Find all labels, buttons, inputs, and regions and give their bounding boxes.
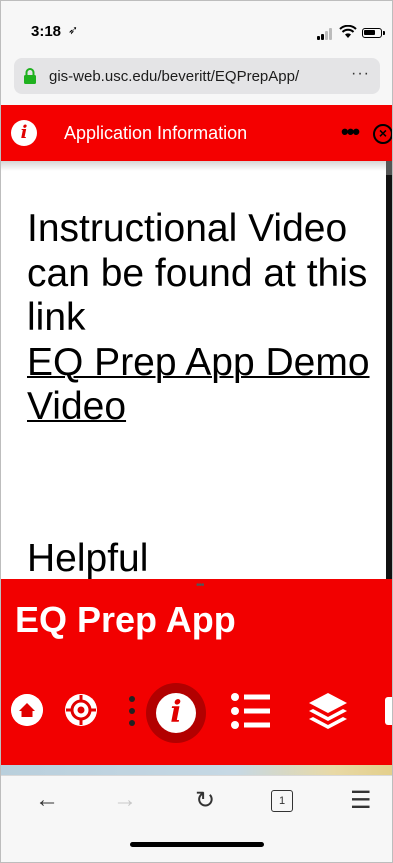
panel-drag-handle[interactable]: ••• xyxy=(196,580,204,591)
signal-icon xyxy=(317,28,334,40)
lock-icon xyxy=(24,68,36,84)
wifi-icon xyxy=(339,25,357,38)
info-content[interactable]: Instructional Video can be found at this… xyxy=(1,161,392,579)
panel-title: Application Information xyxy=(64,123,248,143)
locate-icon[interactable] xyxy=(63,692,99,728)
battery-icon xyxy=(362,28,385,38)
reload-icon[interactable]: ↻ xyxy=(195,786,215,815)
layers-icon[interactable] xyxy=(307,691,349,731)
panel-menu-button[interactable]: ••• xyxy=(341,119,360,145)
toolbar-separator-icon xyxy=(129,696,135,726)
browser-toolbar: ← → ↻ 1 ☰ xyxy=(1,775,392,862)
status-time: 3:18 xyxy=(31,23,62,40)
phone-screen: 3:18 ➶ gis-web.usc.edu/beveritt/EQPrepAp… xyxy=(0,0,393,863)
app-toolbar-panel: ••• EQ Prep App i xyxy=(1,579,392,765)
menu-icon[interactable]: ☰ xyxy=(350,786,372,815)
overflow-tool-icon[interactable] xyxy=(385,697,392,725)
home-icon[interactable] xyxy=(11,694,43,726)
url-text[interactable]: gis-web.usc.edu/beveritt/EQPrepApp/ xyxy=(49,68,299,85)
helpful-heading: Helpful xyxy=(27,537,149,579)
info-panel-header: i Application Information ••• × xyxy=(1,105,392,161)
more-options-icon[interactable]: ··· xyxy=(351,65,370,83)
demo-video-link[interactable]: EQ Prep App Demo Video xyxy=(27,341,370,429)
status-bar: 3:18 ➶ xyxy=(1,1,392,51)
home-indicator[interactable] xyxy=(130,842,264,847)
content-scrollbar[interactable] xyxy=(386,171,392,579)
info-button[interactable]: i xyxy=(146,683,206,743)
info-body-text: Instructional Video can be found at this… xyxy=(27,207,368,339)
tabs-button[interactable]: 1 xyxy=(271,790,293,812)
close-icon[interactable]: × xyxy=(373,124,392,144)
content-shadow xyxy=(1,161,392,171)
app-title: EQ Prep App xyxy=(15,599,236,640)
scrollbar-thumb[interactable] xyxy=(386,161,392,175)
list-icon[interactable] xyxy=(229,691,271,731)
info-icon: i xyxy=(156,693,196,733)
location-arrow-icon: ➶ xyxy=(68,23,79,37)
map-view[interactable] xyxy=(1,765,392,775)
forward-arrow-icon[interactable]: → xyxy=(113,786,137,814)
info-icon: i xyxy=(11,120,37,146)
back-arrow-icon[interactable]: ← xyxy=(35,786,59,814)
info-body: Instructional Video can be found at this… xyxy=(27,207,377,430)
address-bar[interactable]: gis-web.usc.edu/beveritt/EQPrepApp/ ··· xyxy=(14,58,380,94)
